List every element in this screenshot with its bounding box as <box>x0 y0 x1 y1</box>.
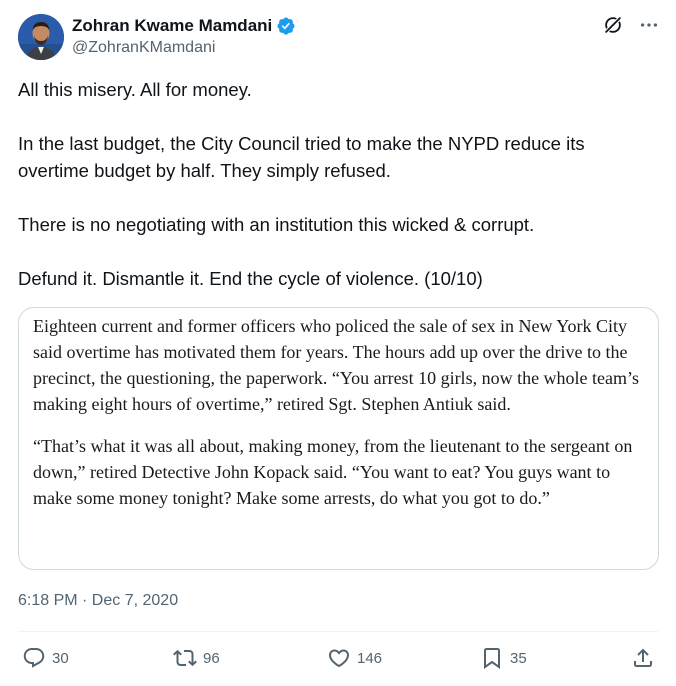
tweet-timestamp[interactable]: 6:18 PM · Dec 7, 2020 <box>18 591 178 611</box>
avatar-image <box>18 14 64 60</box>
more-options-icon[interactable] <box>638 14 660 36</box>
repost-button[interactable]: 96 <box>173 646 220 670</box>
bookmark-button[interactable]: 35 <box>480 646 527 670</box>
share-button[interactable] <box>631 646 655 670</box>
tweet-paragraph: Defund it. Dismantle it. End the cycle o… <box>18 268 483 289</box>
avatar[interactable] <box>18 14 64 60</box>
action-bar: 30 96 146 35 <box>18 646 658 674</box>
divider <box>18 631 658 632</box>
tweet-header: Zohran Kwame Mamdani @ZohranKMamdani <box>18 12 660 60</box>
reply-icon <box>23 648 45 668</box>
bookmark-count: 35 <box>510 649 527 667</box>
bookmark-icon <box>484 648 500 669</box>
share-icon <box>634 648 652 667</box>
author-handle[interactable]: @ZohranKMamdani <box>72 38 296 58</box>
excerpt-paragraph: “That’s what it was all about, making mo… <box>33 436 633 508</box>
like-count: 146 <box>357 649 383 667</box>
reply-count: 30 <box>52 649 69 667</box>
like-button[interactable]: 146 <box>327 646 382 670</box>
author-names: Zohran Kwame Mamdani @ZohranKMamdani <box>72 16 296 58</box>
reply-button[interactable]: 30 <box>22 646 69 670</box>
timestamp-link[interactable]: 6:18 PM · Dec 7, 2020 <box>18 592 178 609</box>
heart-icon <box>328 649 350 668</box>
tweet-paragraph: In the last budget, the City Council tri… <box>18 133 585 181</box>
repost-icon <box>173 649 197 667</box>
tweet-paragraph: There is no negotiating with an institut… <box>18 214 535 235</box>
tweet-text: All this misery. All for money. In the l… <box>18 76 658 292</box>
attached-image-article-excerpt[interactable]: Eighteen current and former officers who… <box>18 307 659 570</box>
display-name[interactable]: Zohran Kwame Mamdani <box>72 16 272 36</box>
grok-icon[interactable] <box>602 14 624 36</box>
verified-badge-icon <box>277 17 295 35</box>
excerpt-paragraph: Eighteen current and former officers who… <box>33 316 640 414</box>
tweet-paragraph: All this misery. All for money. <box>18 79 252 100</box>
repost-count: 96 <box>203 649 220 667</box>
